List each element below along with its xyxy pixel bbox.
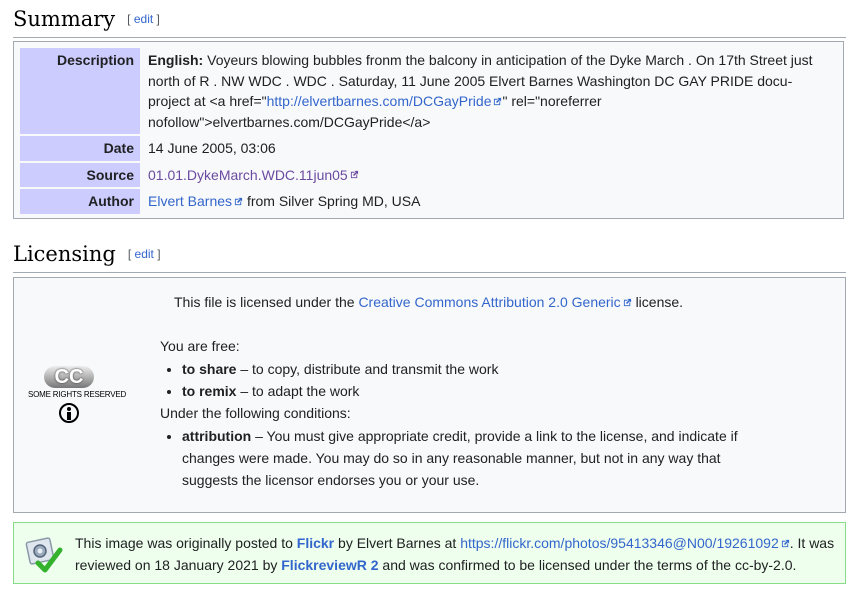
description-external-link[interactable]: http://elvertbarnes.com/DCGayPride [267, 93, 503, 109]
reviewer-link[interactable]: FlickreviewR 2 [281, 557, 378, 573]
license-link[interactable]: Creative Commons Attribution 2.0 Generic [358, 294, 631, 310]
summary-table: Description English: Voyeurs blowing bub… [13, 41, 844, 219]
list-item: to remix – to adapt the work [182, 380, 760, 402]
external-link-icon [234, 197, 243, 206]
flickr-review-box: This image was originally posted to Flic… [13, 522, 846, 584]
author-row: Author Elvert Barnes from Silver Spring … [20, 189, 837, 214]
cc-badge-icon: CC [44, 366, 94, 388]
licensing-title: Licensing [13, 242, 116, 266]
author-label: Author [20, 189, 140, 214]
free-label: You are free: [160, 338, 240, 354]
license-box: CC SOME RIGHTS RESERVED This file is lic… [13, 277, 846, 513]
flickr-photo-url[interactable]: https://flickr.com/photos/95413346@N00/1… [460, 535, 790, 551]
freedoms-list: to share – to copy, distribute and trans… [160, 358, 760, 402]
flickr-link[interactable]: Flickr [297, 535, 334, 551]
external-link-icon [623, 298, 632, 307]
flickr-review-check-icon [24, 534, 72, 574]
external-link-icon [350, 170, 359, 179]
summary-heading: Summary [ edit ] [13, 7, 846, 38]
licensing-heading: Licensing [ edit ] [13, 242, 846, 273]
date-value: 14 June 2005, 03:06 [148, 140, 276, 156]
cc-logo[interactable]: CC SOME RIGHTS RESERVED [28, 366, 127, 428]
license-statement: This file is licensed under the Creative… [174, 294, 684, 310]
flickr-review-text: This image was originally posted to Flic… [75, 535, 835, 573]
cc-rights-text: SOME RIGHTS RESERVED [28, 390, 127, 399]
attribution-person-icon [59, 403, 79, 423]
summary-edit-link[interactable]: edit [134, 12, 153, 26]
external-link-icon [493, 97, 502, 106]
conditions-label: Under the following conditions: [160, 405, 351, 421]
source-value: 01.01.DykeMarch.WDC.11jun05 [142, 163, 837, 188]
author-link[interactable]: Elvert Barnes [148, 193, 243, 209]
conditions-list: attribution – You must give appropriate … [160, 425, 760, 491]
attribution-term: attribution [182, 428, 252, 444]
summary-title: Summary [13, 7, 116, 31]
license-main: This file is licensed under the Creative… [160, 291, 760, 491]
description-row: Description English: Voyeurs blowing bub… [20, 48, 837, 134]
description-label: Description [20, 48, 140, 134]
external-link-icon [781, 539, 790, 548]
list-item: to share – to copy, distribute and trans… [182, 358, 760, 380]
remix-term: to remix [182, 383, 237, 399]
licensing-edit-link[interactable]: edit [135, 247, 154, 261]
source-label: Source [20, 162, 140, 187]
share-term: to share [182, 361, 237, 377]
source-link[interactable]: 01.01.DykeMarch.WDC.11jun05 [148, 167, 359, 183]
date-label: Date [20, 136, 140, 161]
author-tail: from Silver Spring MD, USA [246, 193, 421, 209]
description-lang: English: [148, 52, 204, 68]
date-row: Date 14 June 2005, 03:06 [20, 136, 837, 161]
licensing-edit-section: [ edit ] [127, 247, 161, 261]
source-row: Source 01.01.DykeMarch.WDC.11jun05 [20, 162, 837, 188]
author-value: Elvert Barnes from Silver Spring MD, USA [142, 189, 837, 214]
description-value: English: Voyeurs blowing bubbles fronm t… [142, 48, 837, 134]
list-item: attribution – You must give appropriate … [182, 425, 742, 491]
summary-edit-section: [ edit ] [127, 12, 160, 26]
